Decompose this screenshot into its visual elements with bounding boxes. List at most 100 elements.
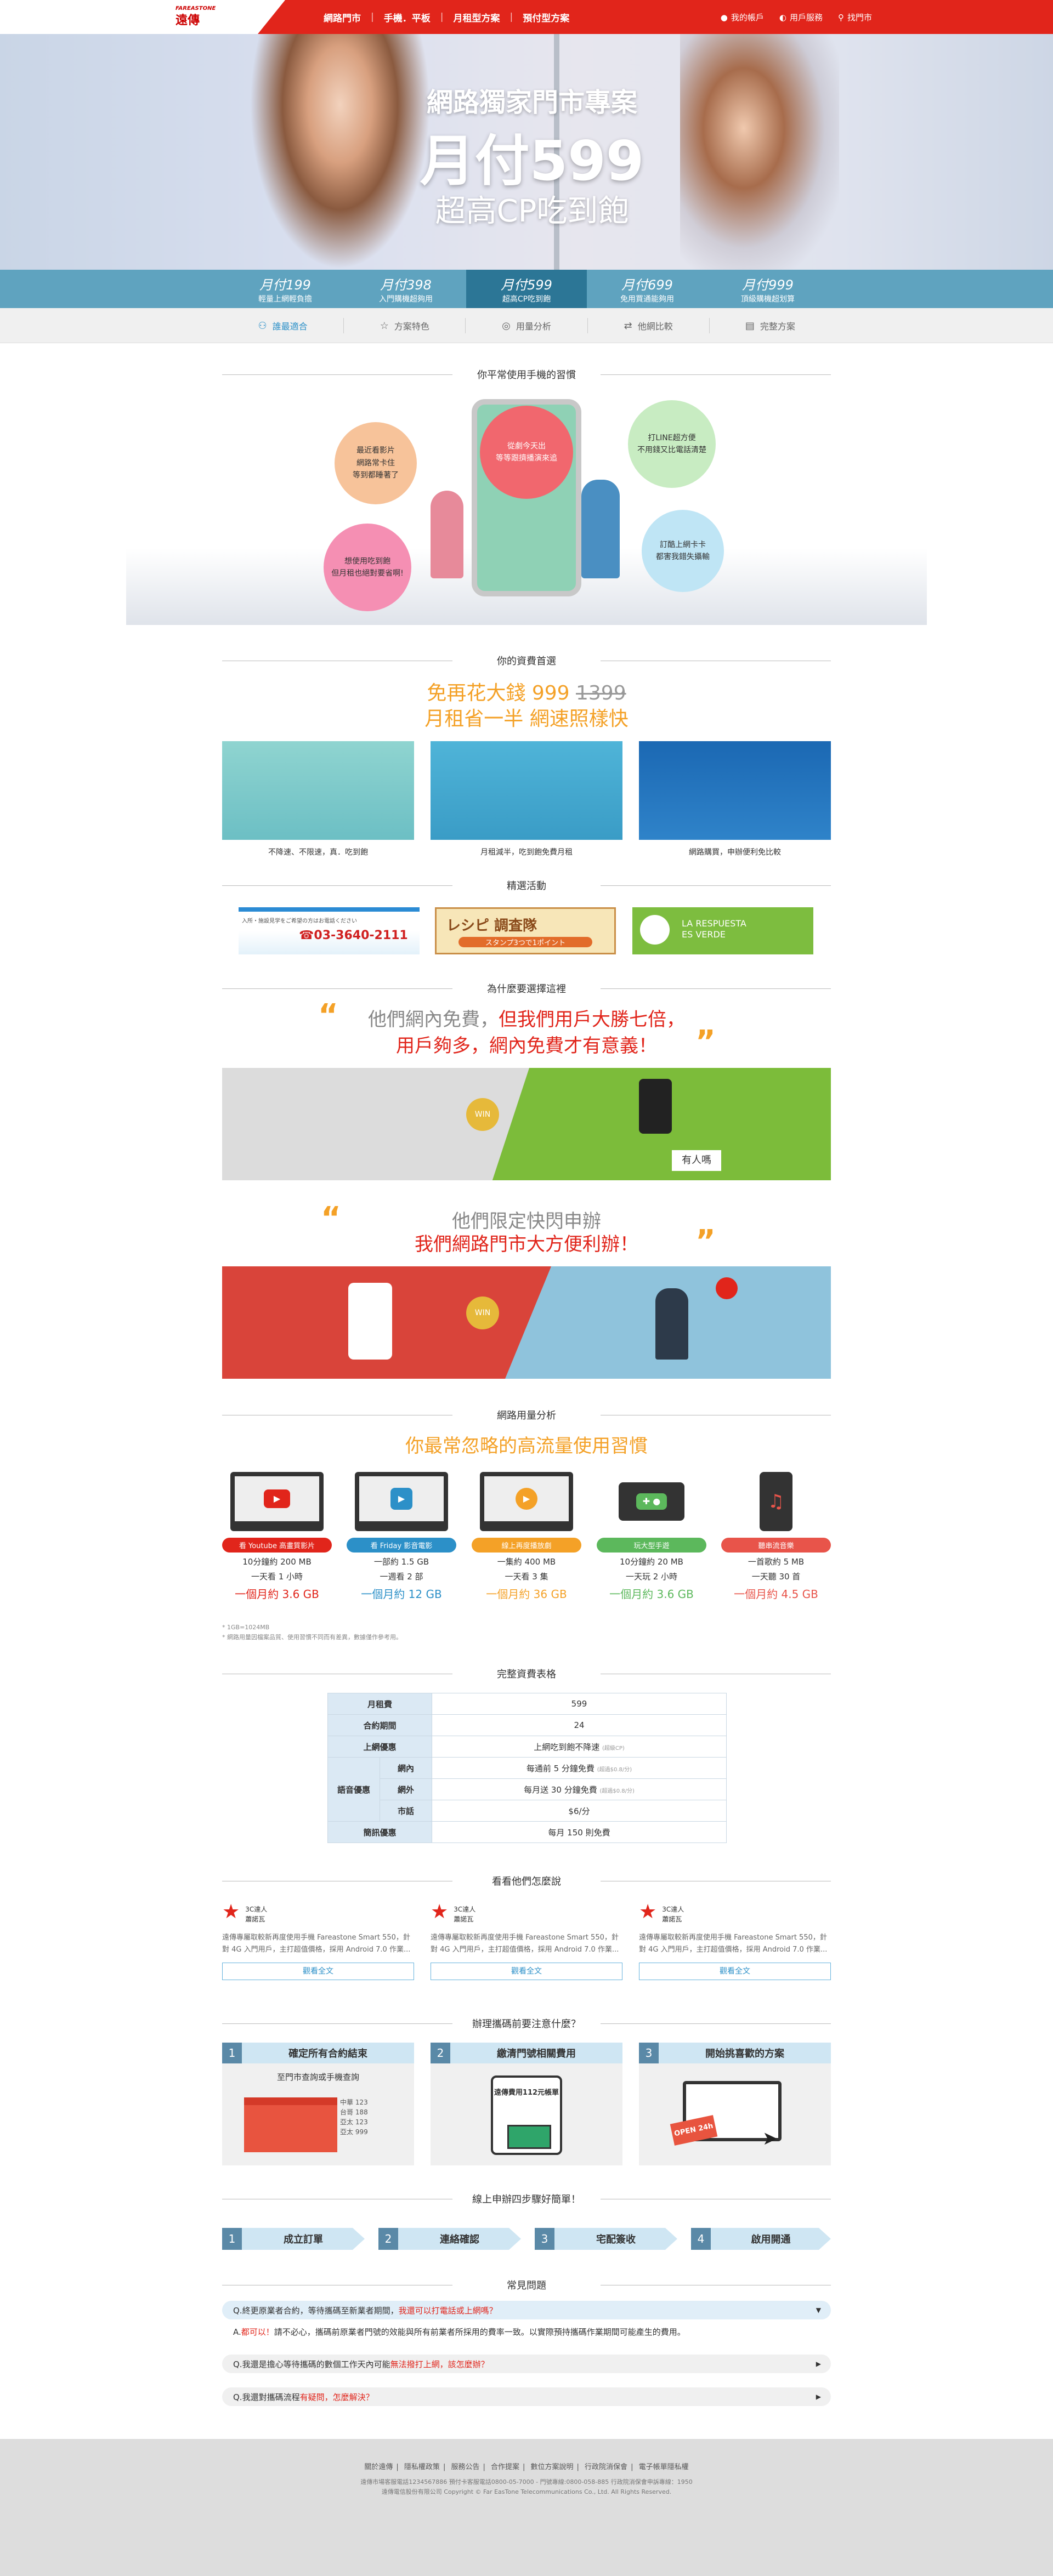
plan-tab-desc: 輕量上網輕負擔 (258, 295, 312, 304)
section-title-faq: 常見問題 (222, 2278, 831, 2292)
read-more-button[interactable]: 觀看全文 (431, 1963, 622, 1980)
read-more-button[interactable]: 觀看全文 (222, 1963, 414, 1980)
usage-month: 一個月約 3.6 GB (235, 1588, 319, 1601)
budget-headline-2: 月租省一半 網速照樣快 (424, 708, 629, 730)
sub-tab-features[interactable]: ☆ 方案特色 (344, 318, 466, 333)
online-shop-illustration (639, 741, 831, 840)
hero-banner: 網路獨家門市專案 月付599 超高CP吃到飽 (0, 34, 1053, 270)
usage-line: 一首歌約 5 MB (748, 1557, 805, 1567)
table-cell: 上網吃到飽不降速 (超級CP) (432, 1736, 727, 1758)
faq-question-1[interactable]: Q.終更原業者合約，等待攜碼至新業者期間， 我還可以打電話或上網嗎？ ▼ (222, 2301, 831, 2319)
user-link-account[interactable]: ● 我的帳戶 (721, 12, 764, 23)
budget-card: 不降速、不限速，真．吃到飽 (222, 741, 414, 857)
laptop-illustration: ▶ (480, 1472, 573, 1531)
usage-line: 一部約 1.5 GB (373, 1557, 429, 1567)
nav-item-online-store[interactable]: 網路門市 (324, 10, 361, 24)
brand-logo[interactable]: FAREASTONE 遠傳 (176, 5, 236, 29)
sub-tab-usage[interactable]: ◎ 用量分析 (466, 318, 588, 333)
reviewer-tag: 3C達人 (245, 1906, 268, 1913)
footer-link[interactable]: 電子帳單隱私權 (639, 2463, 689, 2471)
hero-line-1: 網路獨家門市專案 (426, 87, 637, 118)
plan-tab-199[interactable]: 月付199 輕量上網輕負擔 (225, 270, 346, 308)
footer-link[interactable]: 數位方案說明 (531, 2463, 574, 2471)
event-banner-3[interactable]: LA RESPUESTA ES VERDE (632, 907, 813, 954)
service-icon: ◐ (779, 12, 786, 22)
phone-landscape-illustration: ✚ ● (619, 1482, 684, 1521)
cursor-icon: ➤ (762, 2128, 778, 2149)
nav-item-phones[interactable]: 手機．平板 (384, 10, 431, 24)
sub-tab-label: 他網比較 (637, 321, 673, 332)
plan-tabs: 月付199 輕量上網輕負擔 月付398 入門購機超夠用 月付599 超高CP吃到飽 月… (0, 270, 1053, 308)
usage-item: ▶ 線上再度播放劇 一集約 400 MB 一天看 3 集 一個月約 36 GB (472, 1472, 581, 1601)
table-cell-text: 每月送 30 分鐘免費 (524, 1784, 597, 1795)
plan-tab-999[interactable]: 月付999 頂級購機超划算 (707, 270, 828, 308)
review-card: ★ 3C達人 蕭諾瓦 遠傳專屬取較新再度使用手機 Fareastone Smart … (639, 1902, 831, 1980)
quote-close-mark: ” (695, 1024, 716, 1060)
table-cell-note: (超過$0.8/分) (599, 1788, 635, 1794)
hero-line-2: 月付599 (420, 129, 644, 193)
budget-price-old: 1399 (576, 682, 626, 704)
hero-person-photo (680, 34, 839, 270)
plan-tab-699[interactable]: 月付699 免用買通能夠用 (587, 270, 707, 308)
event-banner-1[interactable]: 入所・施設見学をご希望の方はお電話ください ☎03-3640-2111 (239, 907, 420, 954)
reviewer-name: 蕭諾瓦 (662, 1915, 682, 1923)
faq-question-highlight: 我還可以打電話或上網嗎？ (398, 2305, 497, 2316)
usage-line: 一天玩 2 小時 (625, 1572, 678, 1582)
step-item: 3 宅配簽收 (535, 2228, 677, 2250)
quote-close-mark: ” (695, 1224, 716, 1259)
event-banner-2[interactable]: レシピ 調査隊 スタンプ3つで1ポイント (435, 907, 616, 954)
faq-question-3[interactable]: Q.我還對攜碼流程 有疑問，怎麼解決？ ▶ (222, 2387, 831, 2406)
footer-link[interactable]: 行政院消保會 (585, 2463, 627, 2471)
user-link-label: 用戶服務 (789, 12, 823, 22)
table-row: 合約期間 24 (327, 1714, 727, 1736)
faq-question-2[interactable]: Q.我還是擔心等待攜碼的數個工作天內可能 無法撥打上網，該怎麼辦？ ▶ (222, 2355, 831, 2373)
why-quote-2-line-2: 我們網路門市大方便利辦！ (415, 1233, 638, 1255)
footer-link[interactable]: 服務公告 (451, 2463, 479, 2471)
plan-tab-price: 月付999 (742, 277, 794, 293)
plan-tab-desc: 免用買通能夠用 (620, 295, 674, 304)
nav-item-prepaid-plans[interactable]: 預付型方案 (523, 10, 569, 24)
table-cell: 每月 150 則免費 (432, 1821, 727, 1843)
plan-tab-599[interactable]: 月付599 超高CP吃到飽 (466, 270, 587, 308)
usage-pill: 線上再度播放劇 (472, 1538, 581, 1553)
footer-links: 關於遠傳 | 隱私權政策 | 服務公告 | 合作提案 | 數位方案說明 | 行政院消保會 |… (364, 2463, 689, 2471)
footer-link[interactable]: 關於遠傳 (364, 2463, 393, 2471)
footer-link[interactable]: 合作提案 (491, 2463, 519, 2471)
read-more-button[interactable]: 觀看全文 (639, 1963, 831, 1980)
footer-copyright: 遠傳電信股份有限公司 Copyright © Far EasTone Telec… (381, 2488, 672, 2495)
step-item: 1 成立訂單 (222, 2228, 365, 2250)
win-medal: WIN (466, 1296, 499, 1329)
step-label: 連絡確認 (440, 2234, 479, 2245)
faq-answer-prefix: A. (233, 2327, 241, 2337)
usage-pill: 看 Youtube 高畫質影片 (222, 1538, 332, 1553)
why-image-1: WIN 有人嗎 (222, 1068, 831, 1180)
section-title-habits: 你平常使用手機的習慣 (222, 367, 831, 382)
plan-tab-398[interactable]: 月付398 入門購機超夠用 (346, 270, 466, 308)
plan-tab-desc: 入門購機超夠用 (379, 295, 433, 304)
table-cell: 每月送 30 分鐘免費 (超過$0.8/分) (432, 1778, 727, 1800)
event-banner-text: レシピ 調査隊 (446, 918, 537, 934)
nav-item-monthly-plans[interactable]: 月租型方案 (453, 10, 500, 24)
user-link-service[interactable]: ◐ 用戶服務 (779, 12, 823, 23)
budget-headline-1: 免再花大錢 999 1399 (222, 677, 831, 706)
notice-title: 開始挑喜歡的方案 (705, 2048, 784, 2060)
review-card: ★ 3C達人 蕭諾瓦 遠傳專屬取較新再度使用手機 Fareastone Smart … (431, 1902, 622, 1980)
table-header-cell: 簡訊優惠 (327, 1821, 432, 1843)
table-cell-text: 每通前 5 分鐘免費 (526, 1763, 595, 1773)
habit-bubble-text: 訂酷上網卡卡 都害我錯失攝輸 (656, 540, 710, 561)
user-link-store-search[interactable]: ⚲ 找門市 (838, 12, 872, 23)
sub-tab-who-fits[interactable]: ⚇ 誰最適合 (222, 318, 344, 333)
habit-bubble-text: 打LINE超方便 不用錢又比電話清楚 (637, 433, 706, 454)
notice-number: 2 (431, 2043, 450, 2063)
sub-tab-full-plan[interactable]: ▤ 完整方案 (710, 318, 831, 333)
sub-tab-compare[interactable]: ⇄ 他網比較 (588, 318, 710, 333)
event-banner-text: 入所・施設見学をご希望の方はお電話ください (242, 918, 357, 924)
reviewer-name: 蕭諾瓦 (454, 1915, 474, 1923)
step-number: 3 (535, 2228, 554, 2250)
notice-card: 1 確定所有合約結束 至門市查詢或手機查詢 中華 123 台哥 188 亞太 12… (222, 2043, 414, 2165)
section-title-reviews: 看看他們怎麼說 (222, 1874, 831, 1888)
chevron-right-icon: ▶ (816, 2393, 821, 2401)
footer-link[interactable]: 隱私權政策 (404, 2463, 440, 2471)
carrier-item: 亞太 123 (340, 2118, 368, 2126)
table-cell: $6/分 (432, 1800, 727, 1822)
